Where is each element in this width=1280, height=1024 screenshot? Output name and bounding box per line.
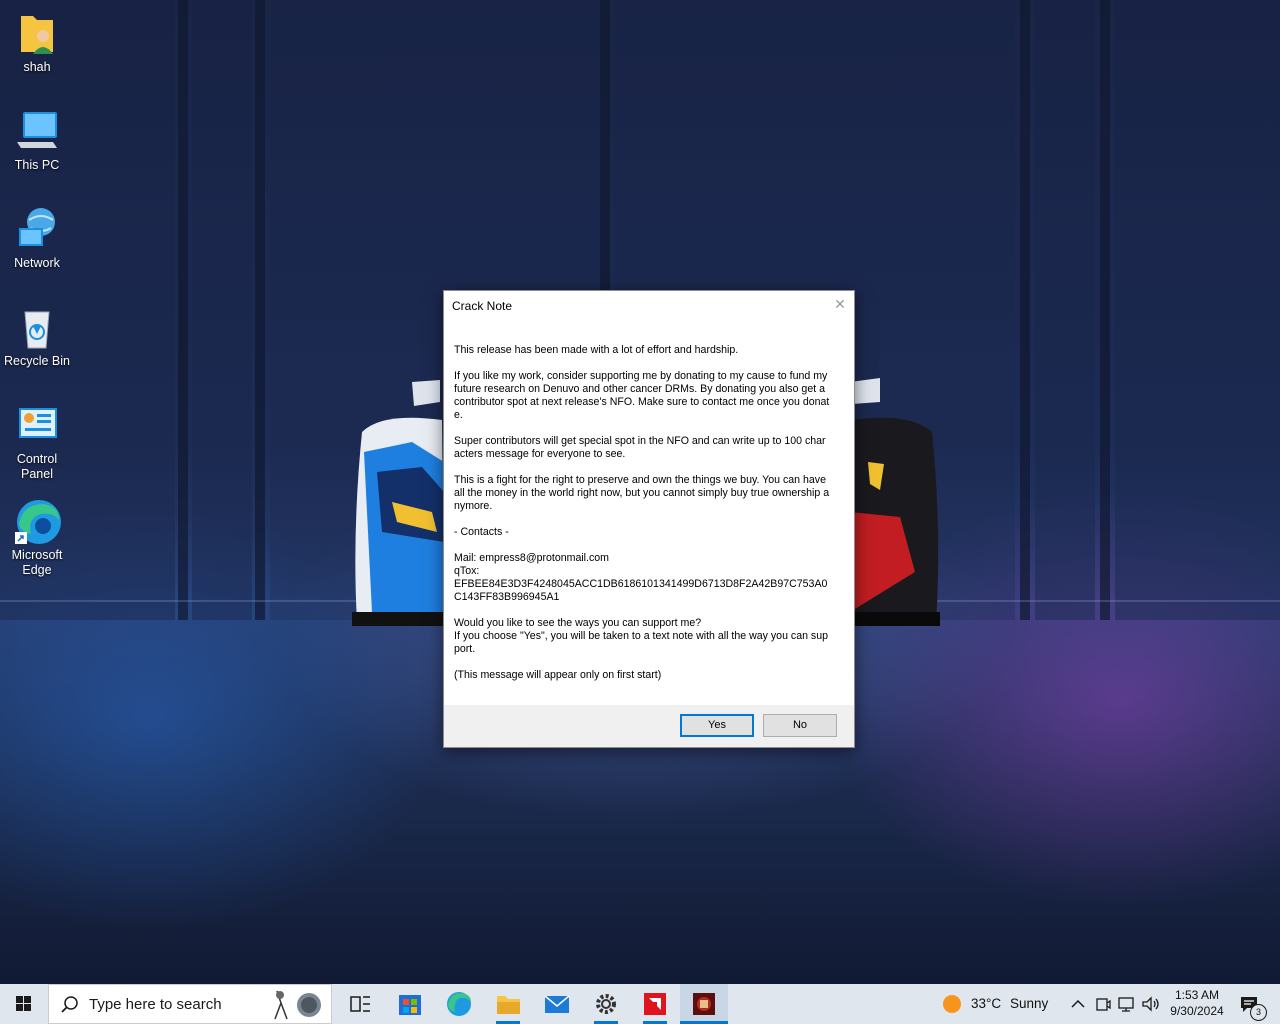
windows-logo-icon	[16, 996, 31, 1011]
desktop-icon-label: Recycle Bin	[4, 354, 70, 368]
network-status-icon[interactable]	[1116, 994, 1138, 1014]
dialog-paragraph: Super contributors will get special spot…	[454, 435, 826, 460]
wallpaper-beam	[178, 0, 188, 620]
meet-now-icon[interactable]	[1093, 994, 1113, 1014]
search-box[interactable]: Type here to search	[48, 984, 332, 1024]
desktop-icon-recycle-bin[interactable]: Recycle Bin	[0, 304, 74, 369]
desktop-icon-label: shah	[23, 60, 51, 74]
no-button[interactable]: No	[763, 714, 837, 737]
dialog-footer: Yes No	[444, 705, 854, 747]
search-placeholder: Type here to search	[89, 996, 222, 1013]
weather-widget[interactable]: 33°C Sunny	[940, 984, 1062, 1024]
search-highlight-icon	[274, 990, 321, 1020]
clock[interactable]: 1:53 AM 9/30/2024	[1162, 987, 1232, 1019]
action-center-button[interactable]: 3	[1234, 984, 1280, 1024]
close-icon[interactable]: ✕	[832, 296, 848, 312]
game-icon	[693, 993, 715, 1015]
task-view-button[interactable]	[336, 984, 384, 1024]
wallpaper-plank	[1115, 0, 1280, 620]
taskbar-app-game[interactable]	[680, 984, 728, 1024]
taskbar-app-file-explorer[interactable]	[484, 984, 532, 1024]
dialog-title: Crack Note	[452, 299, 513, 313]
wallpaper-beam	[1020, 0, 1030, 620]
task-view-icon	[350, 996, 370, 1012]
dialog-paragraph: If you like my work, consider supporting…	[454, 370, 830, 421]
mail-icon	[544, 995, 570, 1013]
wallpaper-beam	[255, 0, 265, 620]
yes-button[interactable]: Yes	[680, 714, 754, 737]
taskbar-app-mail[interactable]	[533, 984, 581, 1024]
desktop-icon-control-panel[interactable]: Control Panel	[0, 402, 74, 482]
taskbar-app-amd-software[interactable]	[631, 984, 679, 1024]
store-icon	[399, 995, 421, 1015]
desktop-icon-label: Control Panel	[16, 452, 58, 481]
dialog-paragraph: Mail: empress8@protonmail.com qTox: EFBE…	[454, 552, 828, 603]
search-icon	[61, 996, 78, 1013]
dialog-paragraph: Would you like to see the ways you can s…	[454, 617, 829, 655]
dialog-paragraph: This release has been made with a lot of…	[454, 344, 739, 356]
wallpaper-plank	[192, 0, 252, 620]
sun-icon	[943, 995, 961, 1013]
desktop-icon-user-folder[interactable]: shah	[0, 10, 74, 75]
desktop-icon-label: This PC	[14, 158, 60, 172]
desktop-icon-label: Network	[14, 256, 60, 270]
taskbar-app-microsoft-edge[interactable]	[435, 984, 483, 1024]
edge-icon	[13, 498, 61, 546]
notification-count-badge: 3	[1250, 1004, 1267, 1021]
crack-note-dialog: Crack Note ✕ This release has been made …	[443, 290, 855, 748]
dialog-message: This release has been made with a lot of…	[454, 344, 830, 695]
amd-icon	[644, 993, 666, 1015]
chevron-up-icon[interactable]	[1068, 994, 1088, 1014]
control-panel-icon	[13, 402, 61, 450]
wallpaper-beam	[1100, 0, 1110, 620]
desktop-icon-this-pc[interactable]: This PC	[0, 108, 74, 173]
recycle-bin-icon	[13, 304, 61, 352]
wallpaper-plank	[1035, 0, 1095, 620]
dialog-paragraph: (This message will appear only on first …	[454, 669, 662, 681]
edge-icon	[447, 992, 471, 1016]
computer-icon	[13, 108, 61, 156]
weather-description: Sunny	[1010, 996, 1049, 1011]
taskbar-app-microsoft-store[interactable]	[386, 984, 434, 1024]
taskbar: Type here to search 33°C Sunny 1:53 AM 9…	[0, 984, 1280, 1024]
dialog-paragraph: - Contacts -	[454, 526, 509, 538]
network-icon	[13, 206, 61, 254]
taskbar-app-settings[interactable]	[582, 984, 630, 1024]
desktop-icon-network[interactable]: Network	[0, 206, 74, 271]
desktop-icon-microsoft-edge[interactable]: Microsoft Edge	[0, 498, 74, 578]
folder-icon	[497, 996, 520, 1014]
clock-date: 9/30/2024	[1170, 1004, 1224, 1018]
clock-time: 1:53 AM	[1174, 988, 1220, 1002]
weather-temperature: 33°C	[971, 996, 1002, 1011]
desktop-icon-label: Microsoft Edge	[11, 548, 63, 577]
user-folder-icon	[13, 10, 61, 58]
gear-icon	[596, 994, 616, 1014]
volume-icon[interactable]	[1140, 994, 1162, 1014]
dialog-paragraph: This is a fight for the right to preserv…	[454, 474, 830, 512]
start-button[interactable]	[0, 984, 48, 1024]
